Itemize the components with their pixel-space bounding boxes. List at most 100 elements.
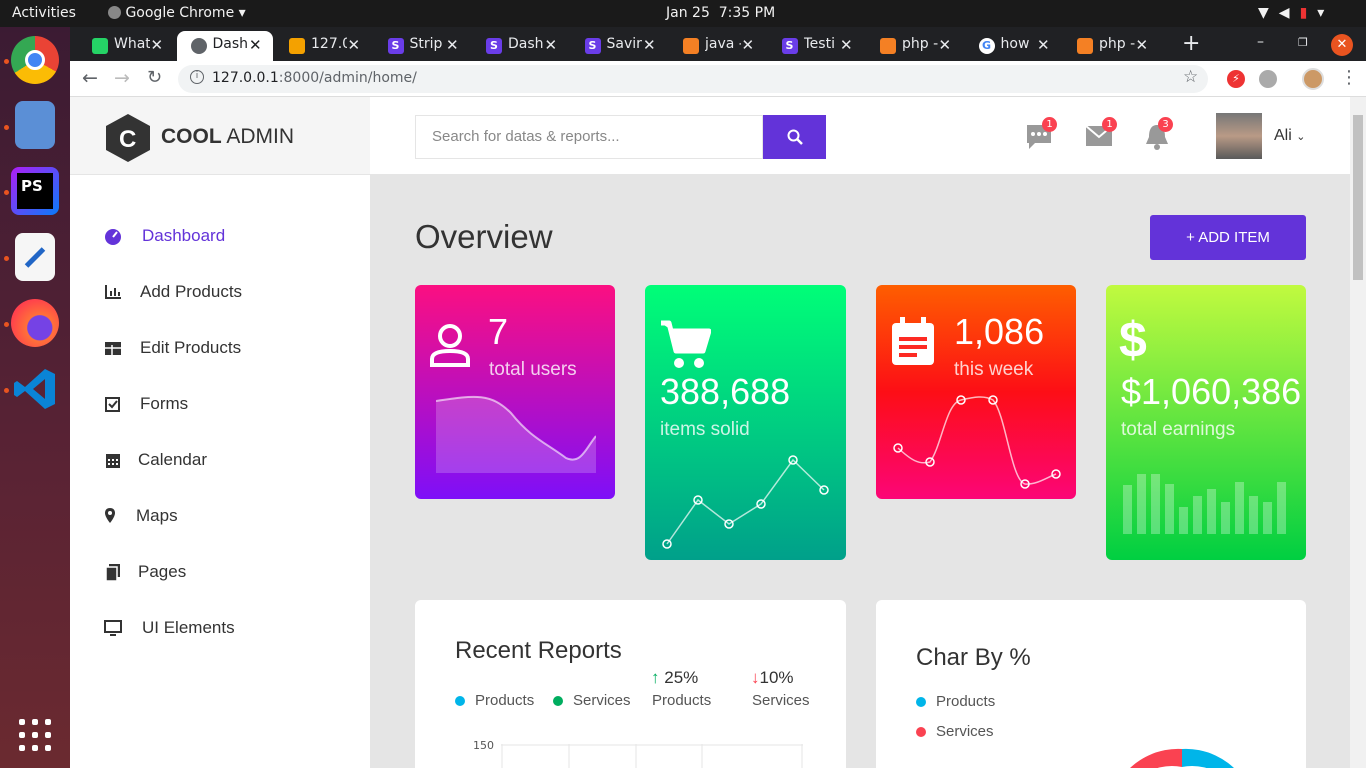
stat-products: ↑ 25% [651, 668, 699, 687]
extension-icon[interactable]: ⚡ [1227, 70, 1245, 88]
files-icon[interactable] [15, 101, 55, 149]
forward-button[interactable]: → [114, 67, 130, 89]
close-tab-icon[interactable]: ✕ [840, 36, 853, 54]
tab-title: Testi [803, 36, 835, 52]
svg-text:C: C [119, 126, 136, 153]
stat-label: items solid [660, 419, 750, 440]
vscode-icon[interactable] [11, 365, 59, 413]
info-icon[interactable]: i [190, 70, 204, 84]
tab-title: What [114, 36, 150, 52]
stat-card-users[interactable]: 7 total users [415, 285, 615, 499]
reload-button[interactable]: ↻ [147, 67, 162, 88]
minimize-button[interactable]: – [1257, 34, 1264, 50]
user-icon [430, 324, 470, 367]
search-button[interactable] [763, 115, 826, 159]
legend-services: Services [573, 692, 631, 709]
user-avatar[interactable] [1216, 113, 1262, 159]
chevron-down-icon: ⌄ [1296, 131, 1306, 143]
browser-tab[interactable]: Ghow ✕ [965, 31, 1062, 61]
laravel-icon [289, 38, 305, 54]
app-grid-icon[interactable] [15, 715, 55, 763]
sidebar-item-maps[interactable]: Maps [104, 501, 344, 531]
tab-title: Savir [606, 36, 642, 52]
stackoverflow-icon [1077, 38, 1093, 54]
tab-title: php - [902, 36, 938, 52]
web-page: C COOL ADMIN Dashboard Add Products Edit P… [70, 97, 1366, 768]
chrome-menu-icon[interactable]: ⋮ [1340, 67, 1358, 88]
panel-title: Char By % [916, 644, 1031, 671]
battery-icon: ▮ [1299, 5, 1318, 21]
chrome-icon[interactable] [11, 36, 59, 84]
messages-badge: 1 [1042, 117, 1057, 132]
browser-tab[interactable]: Dash ✕ [176, 31, 273, 61]
sidebar-item-pages[interactable]: Pages [104, 557, 344, 587]
arrow-up-icon: ↑ [651, 668, 660, 687]
stat-services: ↓10% [751, 668, 794, 687]
logo[interactable]: C COOL ADMIN [70, 97, 370, 175]
bookmark-star-icon[interactable]: ☆ [1183, 67, 1198, 87]
clock[interactable]: Jan 25 7:35 PM [666, 5, 775, 21]
close-tab-icon[interactable]: ✕ [643, 36, 656, 54]
close-tab-icon[interactable]: ✕ [939, 36, 952, 54]
char-by-panel: Char By % Products Services [876, 600, 1306, 768]
table-icon [105, 342, 121, 355]
firefox-icon[interactable] [11, 299, 59, 347]
sidebar-item-edit-products[interactable]: Edit Products [104, 333, 344, 363]
system-tray[interactable]: ▼◀▮▾ [1258, 5, 1334, 21]
browser-tab[interactable]: S Savir ✕ [571, 31, 668, 61]
notifications-button[interactable]: 3 [1144, 117, 1173, 155]
calendar-icon [106, 454, 120, 468]
close-tab-icon[interactable]: ✕ [348, 36, 361, 54]
volume-icon: ◀ [1278, 5, 1300, 21]
close-window-button[interactable]: ✕ [1331, 34, 1353, 56]
scrollbar[interactable] [1350, 97, 1366, 768]
messages-button[interactable]: 1 [1025, 117, 1057, 155]
sidebar-item-dashboard[interactable]: Dashboard [104, 221, 344, 251]
app-menu[interactable]: Google Chrome ▾ [108, 5, 246, 21]
address-bar[interactable]: i 127.0.0.1:8000/admin/home/ ☆ [178, 65, 1208, 93]
sidebar-item-forms[interactable]: Forms [104, 389, 344, 419]
sidebar-item-ui-elements[interactable]: UI Elements [104, 613, 344, 643]
maximize-button[interactable]: ❐ [1298, 36, 1308, 49]
search-input[interactable]: Search for datas & reports... [415, 115, 763, 159]
stat-card-items[interactable]: 388,688 items solid [645, 285, 846, 560]
sidebar-item-label: Calendar [138, 450, 207, 469]
close-tab-icon[interactable]: ✕ [1136, 36, 1149, 54]
browser-tab[interactable]: 127.0 ✕ [275, 31, 372, 61]
email-button[interactable]: 1 [1085, 117, 1117, 151]
sidebar-item-calendar[interactable]: Calendar [104, 445, 344, 475]
app-name: Google Chrome [125, 5, 235, 21]
user-menu[interactable]: Ali ⌄ [1274, 127, 1305, 145]
close-tab-icon[interactable]: ✕ [446, 36, 459, 54]
stat-card-week[interactable]: 1,086 this week [876, 285, 1076, 499]
stat-card-earnings[interactable]: $ $1,060,386 total earnings [1106, 285, 1306, 560]
browser-tab[interactable]: java - ✕ [669, 31, 766, 61]
browser-tab[interactable]: S Strip ✕ [374, 31, 471, 61]
close-tab-icon[interactable]: ✕ [742, 36, 755, 54]
legend-services: Services [936, 723, 994, 740]
close-tab-icon[interactable]: ✕ [545, 36, 558, 54]
legend-dot-products [455, 696, 465, 706]
browser-tab[interactable]: S Dash ✕ [472, 31, 569, 61]
browser-tab[interactable]: php - ✕ [866, 31, 963, 61]
legend-products: Products [475, 692, 535, 709]
close-tab-icon[interactable]: ✕ [249, 36, 262, 54]
extension-globe-icon[interactable] [1259, 70, 1277, 88]
email-badge: 1 [1102, 117, 1117, 132]
profile-avatar-icon[interactable] [1302, 68, 1324, 90]
activities-button[interactable]: Activities [12, 5, 76, 21]
browser-tab[interactable]: What ✕ [78, 31, 175, 61]
phpstorm-icon[interactable]: PS [11, 167, 59, 215]
text-editor-icon[interactable] [15, 233, 55, 281]
add-item-button[interactable]: + ADD ITEM [1150, 215, 1306, 260]
close-tab-icon[interactable]: ✕ [151, 36, 164, 54]
sidebar-item-add-products[interactable]: Add Products [104, 277, 344, 307]
browser-toolbar: ← → ↻ i 127.0.0.1:8000/admin/home/ ☆ ⚡ ⋮ [70, 61, 1366, 97]
new-tab-button[interactable]: + [1182, 31, 1200, 56]
s-icon: S [584, 38, 601, 54]
browser-tab[interactable]: S Testi ✕ [768, 31, 865, 61]
close-tab-icon[interactable]: ✕ [1037, 36, 1050, 54]
browser-tab[interactable]: php - ✕ [1063, 31, 1160, 61]
back-button[interactable]: ← [82, 67, 98, 89]
stat-label: this week [954, 359, 1034, 380]
